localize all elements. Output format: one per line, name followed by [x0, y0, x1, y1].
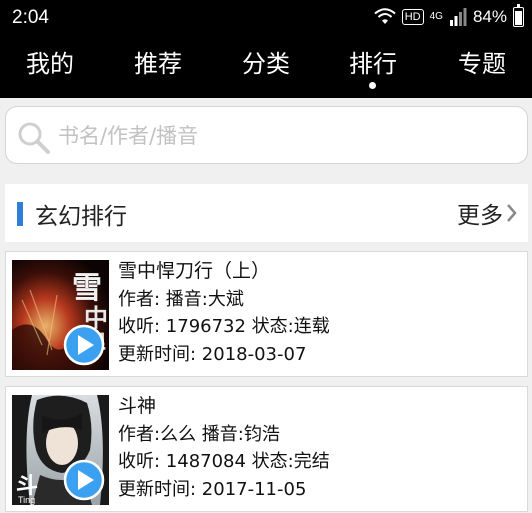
status-time: 2:04 [12, 7, 49, 28]
book-author: 作者:么么 播音:钧浩 [118, 423, 280, 445]
section-header: 玄幻排行 更多 [5, 184, 528, 242]
battery-icon [513, 4, 524, 27]
book-item[interactable]: 斗 Ting 斗神 作者:么么 播音:钧浩 收听: 1487084 状态:完结 … [5, 386, 528, 512]
battery-percent: 84% [472, 7, 507, 26]
book-updated: 更新时间: 2018-03-07 [118, 343, 307, 365]
tab-mine[interactable]: 我的 [26, 44, 74, 79]
book-title[interactable]: 雪中悍刀行（上） [118, 258, 330, 286]
book-listens-status: 收听: 1796732 状态:连载 [118, 316, 330, 337]
more-label: 更多 [457, 203, 503, 229]
more-link[interactable]: 更多 [457, 196, 518, 230]
wifi-icon [374, 8, 396, 24]
tab-topics[interactable]: 专题 [458, 44, 506, 79]
search-icon [18, 122, 50, 154]
svg-text:雪: 雪 [72, 271, 102, 306]
book-info: 雪中悍刀行（上） 作者: 播音:大斌 收听: 1796732 状态:连载 更新时… [118, 258, 330, 368]
section-title: 玄幻排行 [35, 204, 127, 230]
book-title[interactable]: 斗神 [118, 393, 330, 421]
book-item[interactable]: 雪 中 悍 雪中悍刀行（上） 作者: 播音:大斌 收听: 1796732 状态:… [5, 251, 528, 377]
active-tab-indicator [369, 82, 376, 89]
book-cover[interactable]: 斗 Ting [12, 395, 109, 505]
status-bar: 2:04 HD 4G 84% [0, 0, 532, 36]
play-icon[interactable] [63, 324, 105, 366]
search-box[interactable] [5, 106, 528, 164]
chevron-right-icon [507, 204, 517, 222]
svg-text:Ting: Ting [18, 495, 35, 505]
tab-ranking[interactable]: 排行 [349, 44, 397, 79]
signal-icon [449, 8, 467, 26]
search-input[interactable] [56, 117, 500, 155]
section-accent-bar [17, 202, 23, 226]
book-cover[interactable]: 雪 中 悍 [12, 260, 109, 370]
status-icons: HD 4G 84% [374, 4, 524, 27]
book-info: 斗神 作者:么么 播音:钧浩 收听: 1487084 状态:完结 更新时间: 2… [118, 393, 330, 503]
tab-category[interactable]: 分类 [242, 44, 290, 79]
tab-recommend[interactable]: 推荐 [134, 44, 182, 79]
book-listens-status: 收听: 1487084 状态:完结 [118, 451, 330, 472]
top-nav: 我的 推荐 分类 排行 专题 [0, 36, 532, 98]
hd-badge: HD [401, 9, 424, 25]
play-icon[interactable] [63, 459, 105, 501]
book-updated: 更新时间: 2017-11-05 [118, 478, 307, 500]
book-author: 作者: 播音:大斌 [118, 288, 244, 310]
network-label: 4G [429, 11, 443, 22]
